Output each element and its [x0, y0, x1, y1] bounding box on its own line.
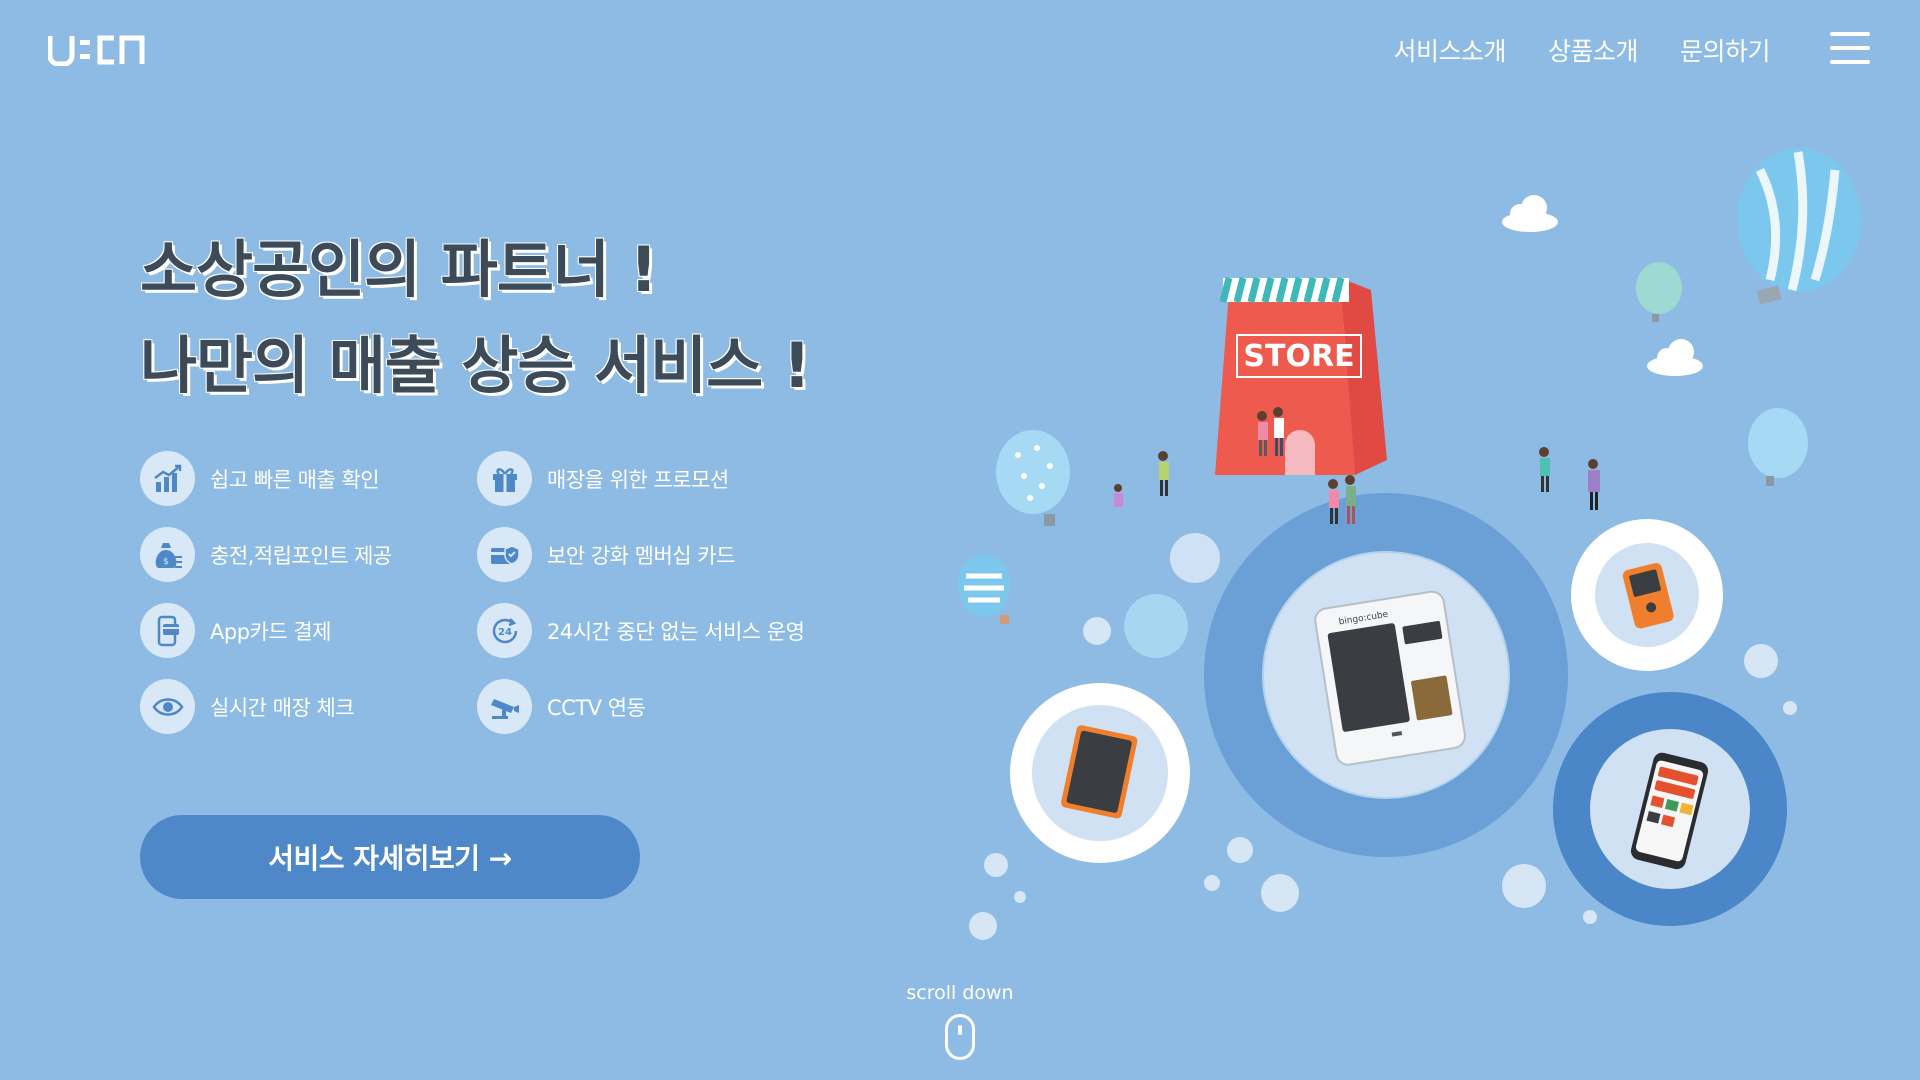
app-card-icon — [140, 603, 195, 658]
svg-text:$: $ — [163, 557, 169, 567]
balloon-blue-right — [1748, 408, 1808, 486]
feature-item: 보안 강화 멤버십 카드 — [477, 527, 837, 582]
logo-icon — [47, 35, 145, 67]
bubble — [984, 853, 1008, 877]
bubble — [969, 912, 997, 940]
main-nav: 서비스소개 상품소개 문의하기 — [1393, 32, 1770, 68]
bubble — [1502, 864, 1546, 908]
bubble — [1783, 701, 1797, 715]
feature-list: 쉽고 빠른 매출 확인 매장을 위한 프로모션 $ 충전,적립포인트 제공 보안… — [140, 451, 837, 734]
kiosk-device: bingo:cube — [1314, 590, 1466, 766]
feature-label: 충전,적립포인트 제공 — [210, 543, 392, 568]
feature-label: App카드 결제 — [210, 619, 331, 644]
hero-line-1: 소상공인의 파트너 ! — [140, 233, 658, 306]
menu-bar — [1830, 60, 1870, 64]
bubble — [1170, 533, 1220, 583]
feature-item: CCTV 연동 — [477, 679, 837, 734]
gift-icon — [477, 451, 532, 506]
feature-label: 실시간 매장 체크 — [210, 695, 355, 720]
cctv-icon — [477, 679, 532, 734]
hero-headline: 소상공인의 파트너 ! 나만의 매출 상승 서비스 ! — [140, 222, 811, 414]
nav-item-contact[interactable]: 문의하기 — [1680, 32, 1771, 68]
menu-bar — [1830, 46, 1870, 50]
feature-item: 24 24시간 중단 없는 서비스 운영 — [477, 603, 837, 658]
scroll-down[interactable]: scroll down — [0, 982, 1920, 1060]
menu-icon[interactable] — [1830, 32, 1870, 64]
cloud — [1647, 339, 1703, 376]
feature-label: 24시간 중단 없는 서비스 운영 — [547, 619, 805, 644]
feature-item: 실시간 매장 체크 — [140, 679, 477, 734]
bubble — [1014, 891, 1026, 903]
store-sign: STORE — [1243, 339, 1354, 374]
bubble — [1583, 910, 1597, 924]
feature-item: 쉽고 빠른 매출 확인 — [140, 451, 477, 506]
bubble — [1227, 837, 1253, 863]
bubble — [1204, 875, 1220, 891]
nav-item-service[interactable]: 서비스소개 — [1393, 32, 1506, 68]
24h-icon: 24 — [477, 603, 532, 658]
scroll-down-label: scroll down — [906, 982, 1014, 1004]
bubble — [1083, 617, 1111, 645]
bubble — [1744, 644, 1778, 678]
logo[interactable] — [47, 34, 152, 67]
feature-label: CCTV 연동 — [547, 695, 646, 720]
bubble — [1124, 594, 1188, 658]
illustration-svg: STORE bingo:cube — [958, 148, 1861, 940]
balloon-large — [1737, 148, 1861, 305]
money-bag-icon: $ — [140, 527, 195, 582]
eye-icon — [140, 679, 195, 734]
feature-label: 쉽고 빠른 매출 확인 — [210, 467, 380, 492]
store-building: STORE — [1215, 277, 1387, 475]
nav-item-products[interactable]: 상품소개 — [1548, 32, 1639, 68]
cloud — [1502, 195, 1558, 232]
chart-icon — [140, 451, 195, 506]
feature-item: App카드 결제 — [140, 603, 477, 658]
svg-text:24: 24 — [498, 627, 512, 638]
feature-label: 보안 강화 멤버십 카드 — [547, 543, 735, 568]
store-awning — [1219, 277, 1349, 303]
hero-illustration: STORE bingo:cube — [940, 130, 1900, 960]
secure-card-icon — [477, 527, 532, 582]
bubble — [1261, 874, 1299, 912]
menu-bar — [1830, 32, 1870, 36]
feature-label: 매장을 위한 프로모션 — [547, 467, 729, 492]
balloon-striped-small — [958, 555, 1010, 624]
service-detail-button[interactable]: 서비스 자세히보기 → — [140, 815, 640, 899]
hero-line-2: 나만의 매출 상승 서비스 ! — [140, 329, 811, 402]
balloon-mint — [1636, 262, 1682, 322]
feature-item: $ 충전,적립포인트 제공 — [140, 527, 477, 582]
balloon-dotted — [996, 430, 1070, 526]
mouse-icon — [945, 1014, 975, 1060]
feature-item: 매장을 위한 프로모션 — [477, 451, 837, 506]
